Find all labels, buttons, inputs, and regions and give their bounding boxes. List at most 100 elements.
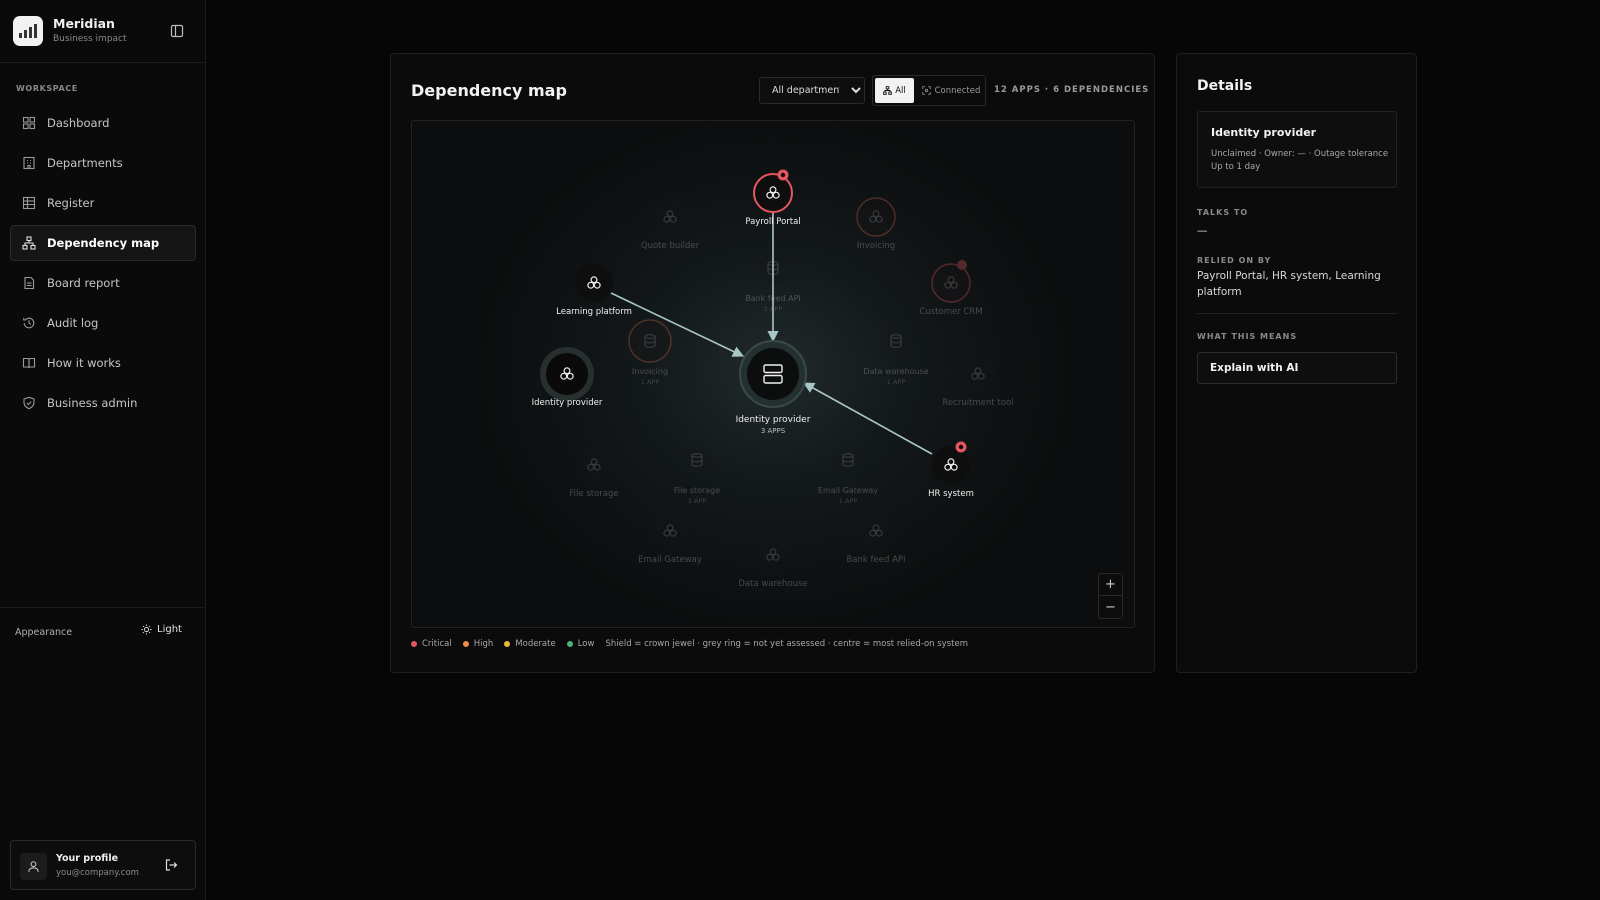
brand[interactable]: Meridian Business impact: [13, 16, 193, 48]
faded-node-recruitment-tool[interactable]: Recruitment tool: [942, 357, 1014, 408]
brand-name: Meridian: [53, 16, 115, 31]
talks-to-label: TALKS TO: [1197, 208, 1249, 217]
node-label: Quote builder: [641, 241, 700, 251]
view-all-label: All: [895, 85, 906, 96]
faded-node-bank-feed-api[interactable]: Bank feed API: [846, 514, 906, 565]
theme-toggle-label: Light: [157, 624, 182, 635]
legend-dot: [504, 641, 511, 647]
node-label: Learning platform: [556, 307, 632, 317]
legend-label: Moderate: [515, 639, 556, 649]
zoom-in-button[interactable]: +: [1099, 574, 1122, 596]
faded-node-file-storage[interactable]: File storage: [569, 448, 619, 499]
theme-toggle-button[interactable]: Light: [141, 624, 182, 635]
avatar: [20, 853, 47, 880]
focus-icon: [921, 86, 931, 95]
node-label: File storage: [569, 489, 618, 499]
node-label: HR system: [928, 489, 974, 499]
sidebar-item-board-report[interactable]: Board report: [10, 265, 196, 301]
sidebar-item-audit-log[interactable]: Audit log: [10, 305, 196, 341]
history-icon: [23, 317, 35, 329]
sidebar-item-label: Dependency map: [47, 236, 160, 250]
sidebar-item-departments[interactable]: Departments: [10, 145, 196, 181]
book-icon: [22, 357, 36, 369]
details-divider: [1197, 313, 1397, 314]
center-node-identity-provider[interactable]: Identity provider 3 APPS: [736, 340, 811, 435]
selected-node-card: Identity provider Unclaimed · Owner: — ·…: [1197, 111, 1397, 188]
legend-item-high: High: [462, 639, 494, 649]
node-sublabel: 1 APP: [641, 378, 660, 386]
sidebar-item-register[interactable]: Register: [10, 185, 196, 221]
sidebar-divider: [0, 62, 205, 63]
network-icon: [883, 86, 893, 95]
sidebar-item-how-it-works[interactable]: How it works: [10, 345, 196, 381]
sidebar-collapse-icon[interactable]: [170, 24, 184, 38]
faded-node-invoicing[interactable]: Invoicing: [856, 197, 896, 251]
center-node-sublabel: 3 APPS: [761, 427, 786, 435]
apps-dependencies-count: 12 APPS · 6 DEPENDENCIES: [994, 85, 1150, 95]
department-filter-select[interactable]: All departments: [759, 77, 865, 104]
grid-icon: [22, 116, 36, 130]
node-label: Invoicing: [857, 241, 895, 251]
legend-label: Low: [577, 639, 595, 649]
building-icon: [23, 156, 35, 170]
view-connected-label: Connected: [934, 85, 981, 96]
faded-node-email-gateway-data[interactable]: Email Gateway 1 APP: [818, 443, 878, 505]
node-identity-provider[interactable]: Identity provider: [532, 347, 603, 408]
node-hr-system[interactable]: HR system: [928, 441, 974, 500]
faded-node-data-warehouse-data[interactable]: Data warehouse 1 APP: [863, 324, 929, 386]
dependency-map-panel: Dependency map All departments All Conne…: [390, 53, 1155, 673]
table-icon: [22, 196, 36, 210]
node-label: Email Gateway: [638, 555, 702, 565]
details-panel: Details Identity provider Unclaimed · Ow…: [1176, 53, 1417, 673]
sidebar-item-label: Departments: [47, 156, 123, 170]
node-label: Invoicing: [632, 367, 668, 376]
sidebar-item-dependency-map[interactable]: Dependency map: [10, 225, 196, 261]
legend-label: High: [473, 639, 494, 649]
dependency-graph: Quote builder Invoicing Bank feed API 1 …: [532, 169, 1014, 589]
appearance-label: Appearance: [15, 627, 73, 638]
sidebar-divider: [0, 607, 205, 608]
dependency-graph-canvas[interactable]: Quote builder Invoicing Bank feed API 1 …: [411, 120, 1135, 628]
legend-note: Shield = crown jewel · grey ring = not y…: [605, 639, 968, 649]
zoom-out-button[interactable]: −: [1099, 596, 1122, 618]
dependency-edge: [803, 382, 933, 455]
explain-with-ai-button[interactable]: Explain with AI: [1197, 352, 1397, 384]
legend-item-moderate: Moderate: [504, 639, 556, 649]
view-connected-button[interactable]: Connected: [919, 78, 983, 103]
legend-item-critical: Critical: [411, 639, 452, 649]
node-label: Data warehouse: [738, 579, 807, 589]
sidebar-item-dashboard[interactable]: Dashboard: [10, 105, 196, 141]
relied-on-by-value: Payroll Portal, HR system, Learning plat…: [1197, 270, 1381, 298]
user-icon: [28, 861, 39, 872]
zoom-controls: + −: [1098, 573, 1123, 619]
node-sublabel: 1 APP: [688, 497, 707, 505]
profile-email: you@company.com: [56, 868, 139, 878]
node-learning-platform[interactable]: Learning platform: [556, 264, 632, 317]
view-all-button[interactable]: All: [875, 78, 914, 103]
faded-node-quote-builder[interactable]: Quote builder: [641, 198, 700, 251]
profile-card[interactable]: Your profile you@company.com: [10, 840, 196, 890]
map-legend: Critical High Moderate Low Shield = crow…: [411, 639, 968, 649]
view-toggle: All Connected: [872, 75, 986, 106]
node-label: Identity provider: [532, 398, 603, 408]
faded-node-file-storage-data[interactable]: File storage 1 APP: [674, 443, 720, 505]
legend-label: Critical: [422, 639, 452, 649]
sun-icon: [141, 624, 152, 635]
node-sublabel: 1 APP: [887, 378, 906, 386]
logout-icon[interactable]: [164, 858, 178, 872]
shield-icon: [23, 396, 35, 410]
sidebar-item-label: Business admin: [47, 396, 138, 410]
sidebar-item-label: Dashboard: [47, 116, 110, 130]
node-label: Data warehouse: [863, 367, 928, 376]
brand-subtitle: Business impact: [53, 34, 127, 44]
faded-node-email-gateway[interactable]: Email Gateway: [638, 514, 702, 565]
faded-node-customer-crm[interactable]: Customer CRM: [919, 260, 983, 317]
faded-node-invoicing-data[interactable]: Invoicing 1 APP: [628, 319, 672, 386]
network-icon: [22, 236, 36, 250]
relied-on-by-label: RELIED ON BY: [1197, 256, 1272, 265]
sidebar-item-business-admin[interactable]: Business admin: [10, 385, 196, 421]
sidebar-item-label: Register: [47, 196, 95, 210]
faded-node-data-warehouse[interactable]: Data warehouse: [738, 538, 808, 589]
node-payroll-portal[interactable]: Payroll Portal: [745, 169, 801, 228]
sidebar-nav: Dashboard Departments Register Dependenc…: [10, 105, 196, 425]
